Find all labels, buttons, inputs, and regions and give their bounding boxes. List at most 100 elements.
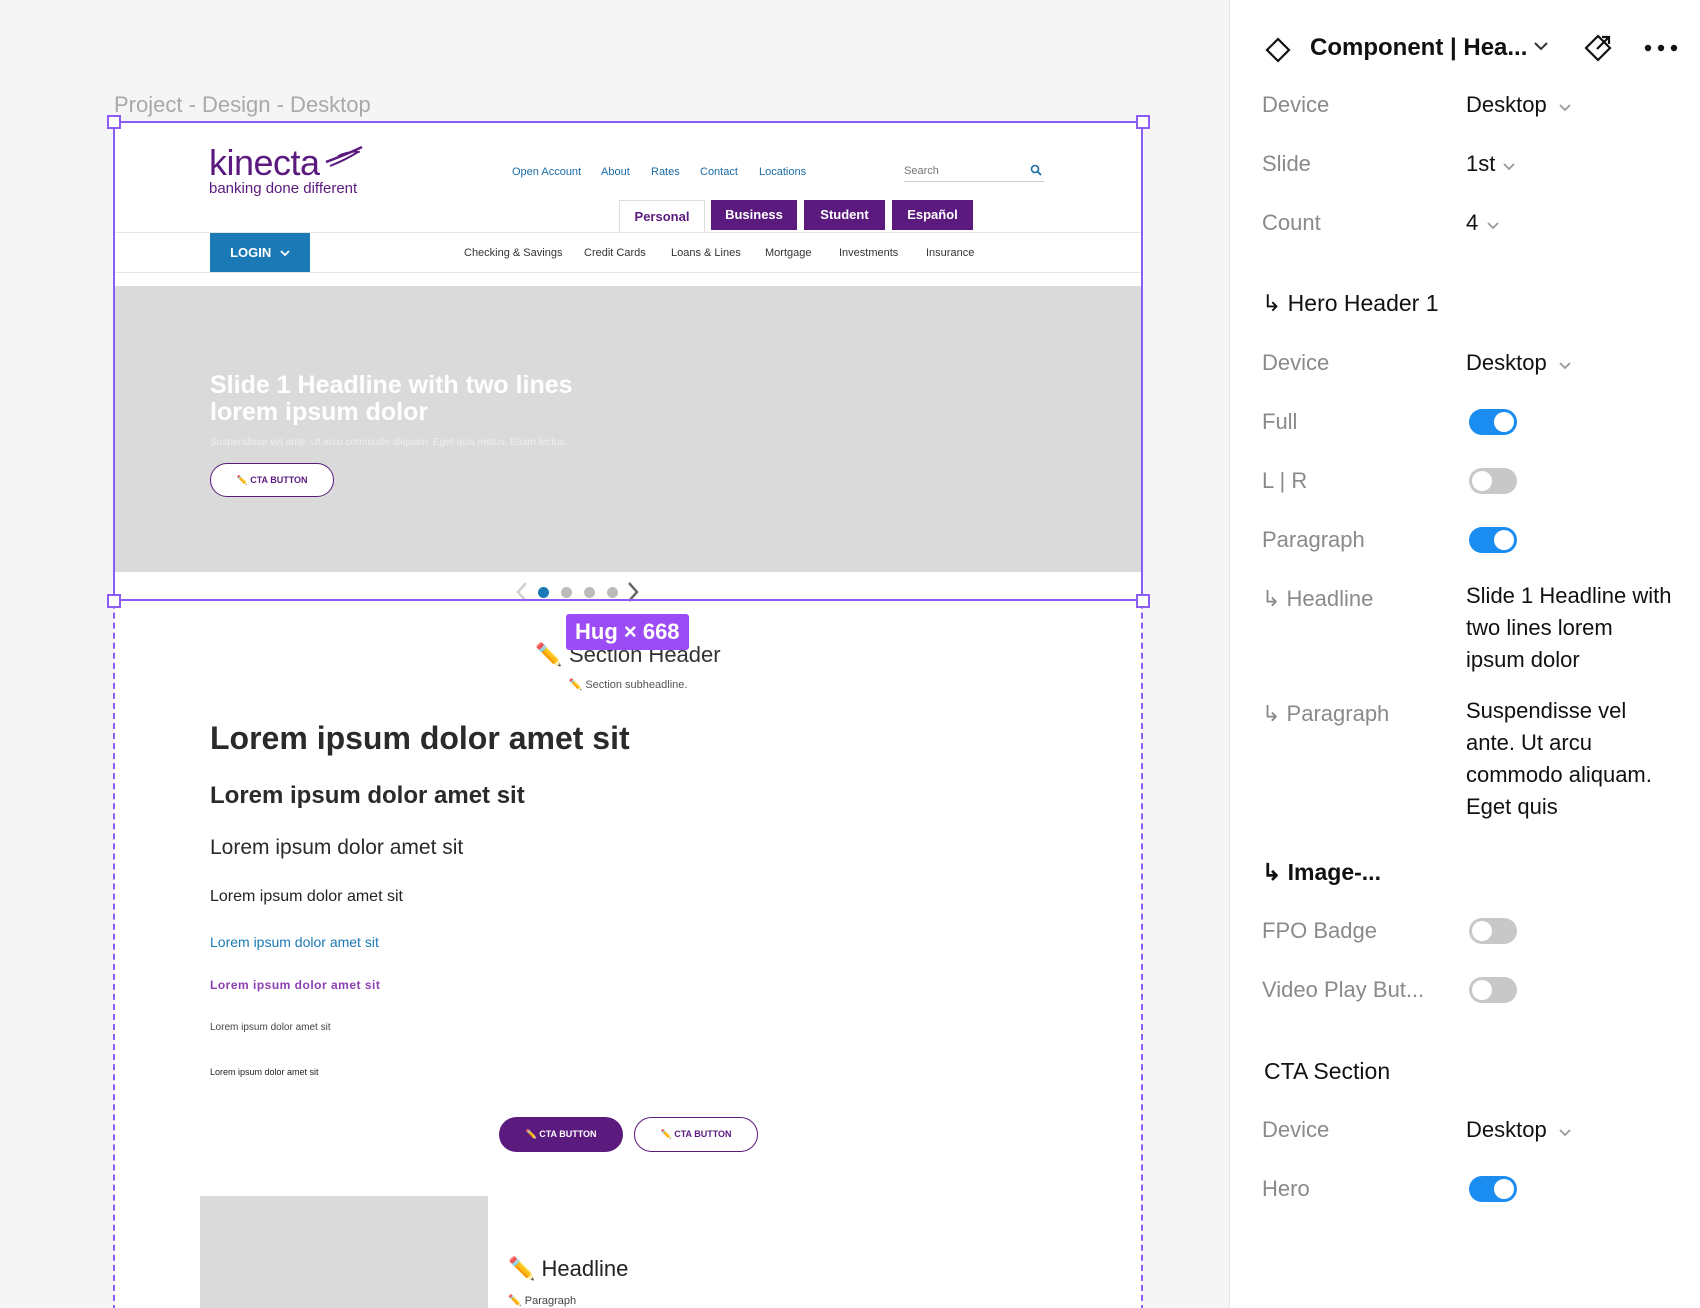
chevron-down-icon[interactable] — [1558, 361, 1572, 371]
type-sample-link[interactable]: Lorem ipsum dolor amet sit — [210, 934, 379, 950]
nav-investments[interactable]: Investments — [839, 247, 898, 259]
nav-bottom-divider — [114, 272, 1142, 273]
hero-paragraph: Suspendisse vel ante. Ut arcu commodo al… — [210, 437, 568, 448]
chevron-down-icon[interactable] — [1558, 1128, 1572, 1138]
util-link-open-account[interactable]: Open Account — [512, 166, 581, 178]
section-subheadline: ✏️ Section subheadline. — [114, 678, 1142, 691]
video-play-label: Video Play But... — [1262, 977, 1425, 1002]
carousel-dot-1[interactable] — [538, 587, 549, 598]
more-options-icon[interactable] — [1644, 44, 1678, 52]
search-icon[interactable] — [1030, 164, 1042, 176]
card-paragraph: ✏️ Paragraph — [508, 1294, 576, 1307]
card-headline-text: Headline — [541, 1256, 629, 1281]
cta-device-label: Device — [1262, 1117, 1330, 1142]
pencil-icon: ✏️ — [508, 1295, 522, 1307]
cta-primary-label: CTA BUTTON — [539, 1129, 597, 1139]
segment-tab-personal[interactable]: Personal — [619, 200, 705, 232]
cta-secondary-label: CTA BUTTON — [674, 1129, 732, 1139]
type-sample-small: Lorem ipsum dolor amet sit — [210, 1022, 331, 1033]
nav-checking-savings[interactable]: Checking & Savings — [464, 247, 562, 259]
lr-label: L | R — [1262, 468, 1308, 493]
chevron-down-icon — [280, 250, 290, 257]
nav-mortgage[interactable]: Mortgage — [765, 247, 811, 259]
segment-tab-student[interactable]: Student — [804, 200, 885, 230]
pencil-icon: ✏️ — [535, 642, 563, 667]
nav-credit-cards[interactable]: Credit Cards — [584, 247, 646, 259]
carousel-prev-icon[interactable] — [515, 580, 529, 604]
toggle-knob — [1472, 980, 1492, 1000]
pencil-icon: ✏️ — [236, 475, 248, 485]
full-toggle[interactable] — [1469, 409, 1517, 435]
image-section-title[interactable]: ↳ Image-... — [1262, 859, 1381, 886]
device-select[interactable]: Desktop — [1466, 92, 1547, 118]
carousel-dot-3[interactable] — [584, 587, 595, 598]
nav-insurance[interactable]: Insurance — [926, 247, 974, 259]
slide-label: Slide — [1262, 151, 1311, 176]
carousel-dot-2[interactable] — [561, 587, 572, 598]
fpo-badge-label: FPO Badge — [1262, 918, 1377, 943]
nav-loans-lines[interactable]: Loans & Lines — [671, 247, 741, 259]
resize-handle-bottom-right[interactable] — [1136, 594, 1150, 608]
resize-handle-bottom-left[interactable] — [107, 594, 121, 608]
chevron-down-icon[interactable] — [1502, 162, 1516, 172]
site-search-input[interactable] — [904, 162, 1024, 180]
type-sample-h1: Lorem ipsum dolor amet sit — [210, 720, 630, 756]
carousel-dot-4[interactable] — [607, 587, 618, 598]
full-label: Full — [1262, 409, 1298, 434]
chevron-down-icon[interactable] — [1558, 103, 1572, 113]
headline-text-label: ↳ Headline — [1262, 586, 1374, 611]
segment-tab-business[interactable]: Business — [711, 200, 797, 230]
cta-section-title[interactable]: CTA Section — [1264, 1058, 1390, 1085]
resize-handle-top-left[interactable] — [107, 115, 121, 129]
component-title[interactable]: Component | Hea... — [1310, 34, 1527, 62]
frame-label[interactable]: Project - Design - Desktop — [114, 92, 371, 118]
type-sample-eyebrow: Lorem ipsum dolor amet sit — [210, 978, 381, 992]
hero-toggle[interactable] — [1469, 1176, 1517, 1202]
paragraph-text-field[interactable]: Suspendisse vel ante. Ut arcu commodo al… — [1466, 695, 1676, 823]
card-headline: ✏️ Headline — [508, 1256, 628, 1282]
hero-header-section-title[interactable]: ↳ Hero Header 1 — [1262, 290, 1439, 317]
segment-tab-espanol[interactable]: Español — [892, 200, 973, 230]
hero-device-label: Device — [1262, 350, 1330, 375]
count-label: Count — [1262, 210, 1321, 235]
carousel-next-icon[interactable] — [626, 580, 640, 604]
card-image-placeholder — [200, 1196, 488, 1308]
resize-handle-top-right[interactable] — [1136, 115, 1150, 129]
pencil-icon: ✏️ — [525, 1129, 537, 1139]
kinecta-logo-word[interactable]: kinecta — [209, 142, 320, 184]
util-link-locations[interactable]: Locations — [759, 166, 806, 178]
chevron-down-icon[interactable] — [1486, 221, 1500, 231]
kinecta-logo-icon — [325, 145, 363, 167]
login-label: LOGIN — [230, 245, 272, 260]
login-button[interactable]: LOGIN — [210, 233, 310, 273]
pencil-icon: ✏️ — [568, 679, 583, 691]
cta-button-secondary[interactable]: ✏️ CTA BUTTON — [634, 1117, 758, 1152]
kinecta-tagline: banking done different — [209, 180, 358, 197]
go-to-main-component-icon[interactable] — [1582, 32, 1614, 64]
hero-cta-button[interactable]: ✏️ CTA BUTTON — [210, 463, 334, 497]
util-link-rates[interactable]: Rates — [651, 166, 680, 178]
slide-select[interactable]: 1st — [1466, 151, 1495, 177]
hero-device-select[interactable]: Desktop — [1466, 350, 1547, 376]
paragraph-toggle[interactable] — [1469, 527, 1517, 553]
chevron-down-icon[interactable] — [1533, 40, 1549, 52]
properties-panel: Component | Hea... Device Desktop Slide … — [1229, 0, 1700, 1308]
desktop-frame[interactable]: kinecta banking done different Open Acco… — [114, 122, 1142, 1308]
size-badge: Hug × 668 — [566, 614, 689, 650]
util-link-contact[interactable]: Contact — [700, 166, 738, 178]
hero-headline: Slide 1 Headline with two lines lorem ip… — [210, 371, 573, 426]
hero-banner[interactable]: Slide 1 Headline with two lines lorem ip… — [114, 286, 1142, 572]
video-play-toggle[interactable] — [1469, 977, 1517, 1003]
util-link-about[interactable]: About — [601, 166, 630, 178]
cta-button-primary[interactable]: ✏️ CTA BUTTON — [499, 1117, 623, 1152]
lr-toggle[interactable] — [1469, 468, 1517, 494]
cta-device-select[interactable]: Desktop — [1466, 1117, 1547, 1143]
fpo-badge-toggle[interactable] — [1469, 918, 1517, 944]
count-select[interactable]: 4 — [1466, 210, 1478, 236]
site-search — [904, 162, 1044, 182]
paragraph-toggle-label: Paragraph — [1262, 527, 1365, 552]
headline-text-field[interactable]: Slide 1 Headline with two lines lorem ip… — [1466, 580, 1676, 676]
type-sample-body: Lorem ipsum dolor amet sit — [210, 888, 403, 905]
pencil-icon: ✏️ — [660, 1129, 672, 1139]
design-canvas[interactable]: Project - Design - Desktop kinecta banki… — [0, 0, 1226, 1308]
